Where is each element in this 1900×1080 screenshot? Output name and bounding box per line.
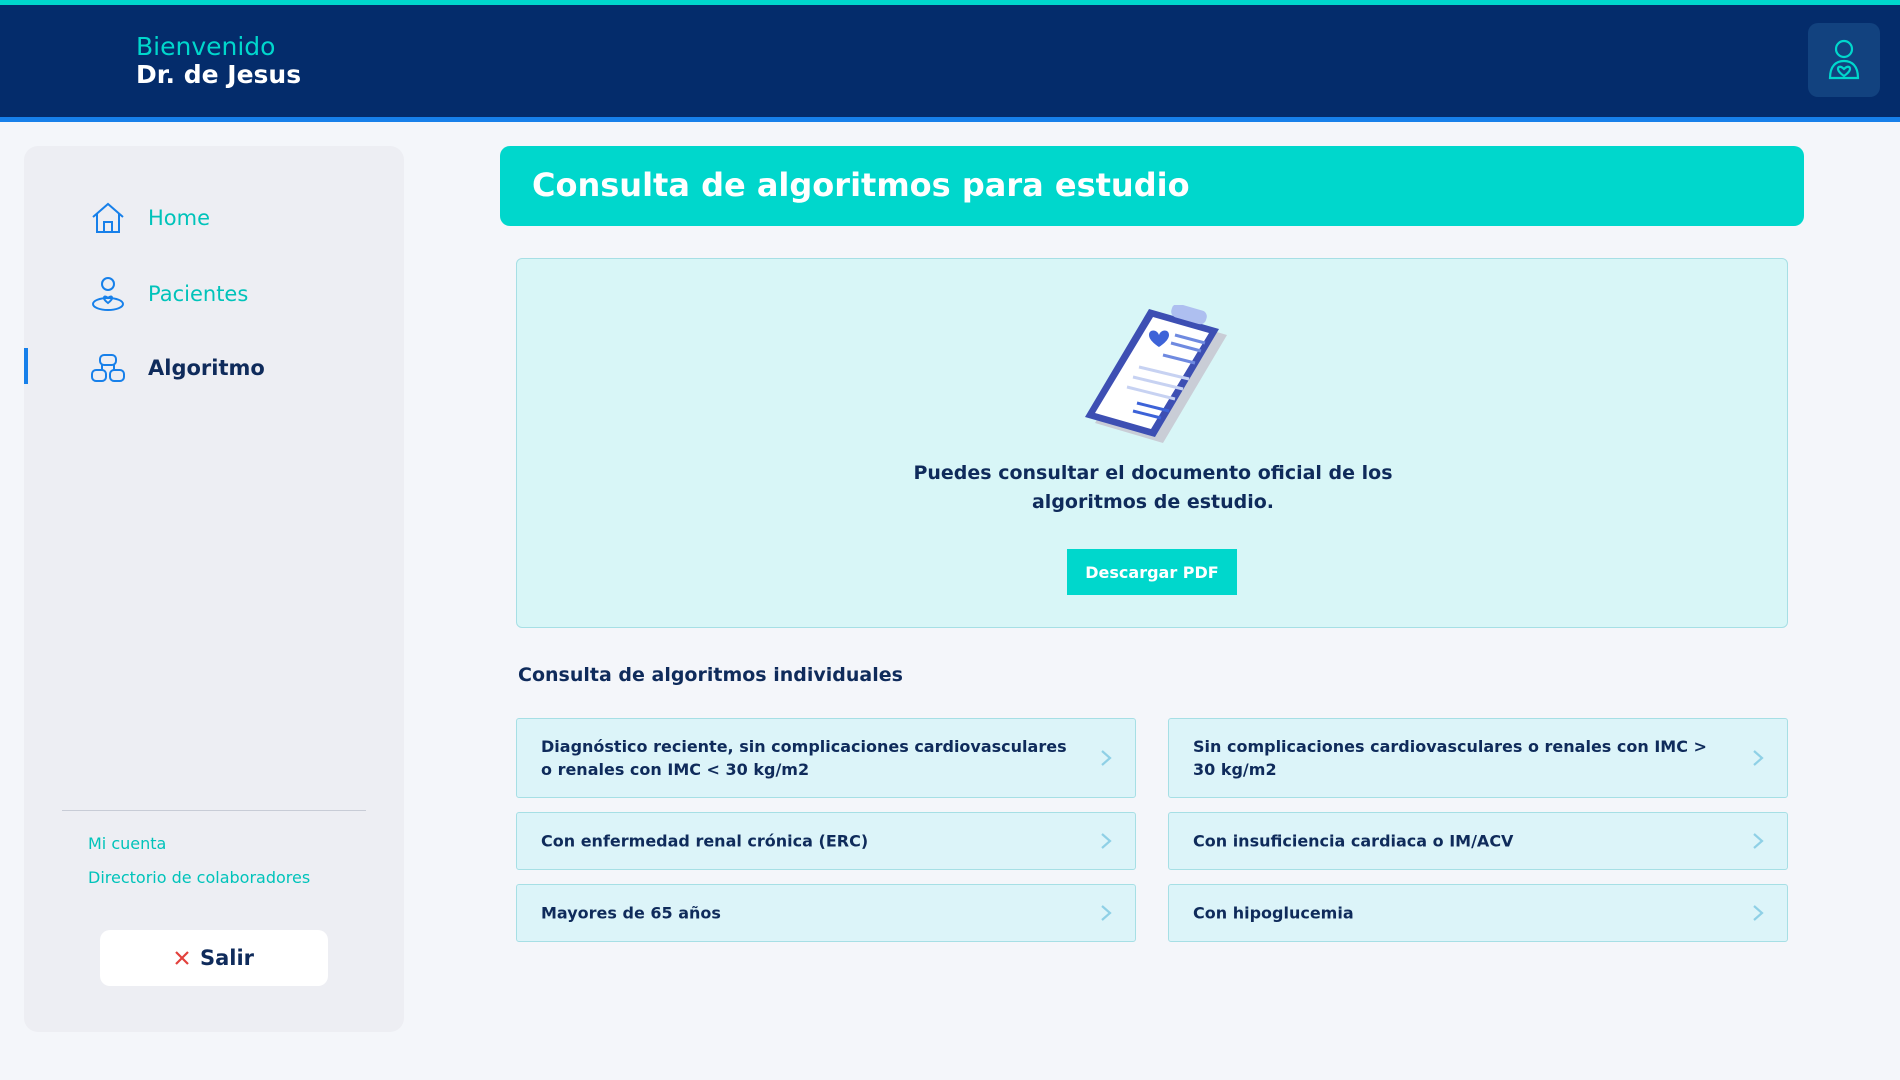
top-bar: Bienvenido Dr. de Jesus <box>0 0 1900 122</box>
algorithm-item[interactable]: Sin complicaciones cardiovasculares o re… <box>1168 718 1788 798</box>
close-icon <box>175 951 189 965</box>
chevron-right-icon <box>1101 905 1112 921</box>
algorithm-label: Con hipoglucemia <box>1193 903 1354 923</box>
logout-button[interactable]: Salir <box>100 930 328 986</box>
clipboard-illustration <box>1085 305 1227 443</box>
pdf-description-line: algoritmos de estudio. <box>1031 491 1275 513</box>
page-title: Consulta de algoritmos para estudio <box>532 166 1190 204</box>
logout-label: Salir <box>199 946 255 970</box>
sidebar: Home Pacientes Algoritmo Mi cuenta Direc… <box>24 146 404 1032</box>
greeting-text: Bienvenido <box>136 32 276 61</box>
sidebar-item-label: Algoritmo <box>148 356 265 380</box>
algorithm-item[interactable]: Con hipoglucemia <box>1168 884 1788 942</box>
algorithm-icon <box>91 354 125 382</box>
algorithm-label: Con enfermedad renal crónica (ERC) <box>541 831 869 851</box>
chevron-right-icon <box>1753 833 1764 849</box>
algorithm-item[interactable]: Con insuficiencia cardiaca o IM/ACV <box>1168 812 1788 870</box>
page-header: Consulta de algoritmos para estudio <box>500 146 1804 226</box>
chevron-right-icon <box>1101 750 1112 766</box>
download-pdf-button[interactable]: Descargar PDF <box>1067 549 1237 595</box>
chevron-right-icon <box>1753 750 1764 766</box>
sidebar-divider <box>62 810 366 811</box>
doctor-name: Dr. de Jesus <box>136 60 302 89</box>
algorithm-item[interactable]: Mayores de 65 años <box>516 884 1136 942</box>
chevron-right-icon <box>1101 833 1112 849</box>
pdf-description-line: Puedes consultar el documento oficial de… <box>913 462 1393 484</box>
collaborators-directory-link[interactable]: Directorio de colaboradores <box>88 868 310 887</box>
sidebar-item-label: Pacientes <box>148 282 249 306</box>
algorithm-label: Diagnóstico reciente, sin complicaciones… <box>541 737 1067 779</box>
sidebar-item-pacientes[interactable]: Pacientes <box>24 272 404 316</box>
pdf-description: Puedes consultar el documento oficial de… <box>517 459 1789 517</box>
algorithm-label: Con insuficiencia cardiaca o IM/ACV <box>1193 831 1514 851</box>
patient-icon <box>92 277 124 311</box>
sidebar-item-algoritmo[interactable]: Algoritmo <box>24 346 404 390</box>
sidebar-item-label: Home <box>148 206 211 230</box>
active-indicator <box>24 348 28 384</box>
welcome-greeting: Bienvenido Dr. de Jesus <box>136 33 301 89</box>
home-icon <box>92 202 124 233</box>
algorithm-item[interactable]: Con enfermedad renal crónica (ERC) <box>516 812 1136 870</box>
profile-button[interactable] <box>1808 23 1880 97</box>
my-account-link[interactable]: Mi cuenta <box>88 834 166 853</box>
chevron-right-icon <box>1753 905 1764 921</box>
algorithm-label: Mayores de 65 años <box>541 903 721 923</box>
section-title: Consulta de algoritmos individuales <box>518 664 903 686</box>
algorithm-label: Sin complicaciones cardiovasculares o re… <box>1193 737 1707 779</box>
algorithm-item[interactable]: Diagnóstico reciente, sin complicaciones… <box>516 718 1136 798</box>
doctor-profile-icon <box>1828 39 1860 80</box>
sidebar-item-home[interactable]: Home <box>24 196 404 240</box>
pdf-download-card: Puedes consultar el documento oficial de… <box>516 258 1788 628</box>
